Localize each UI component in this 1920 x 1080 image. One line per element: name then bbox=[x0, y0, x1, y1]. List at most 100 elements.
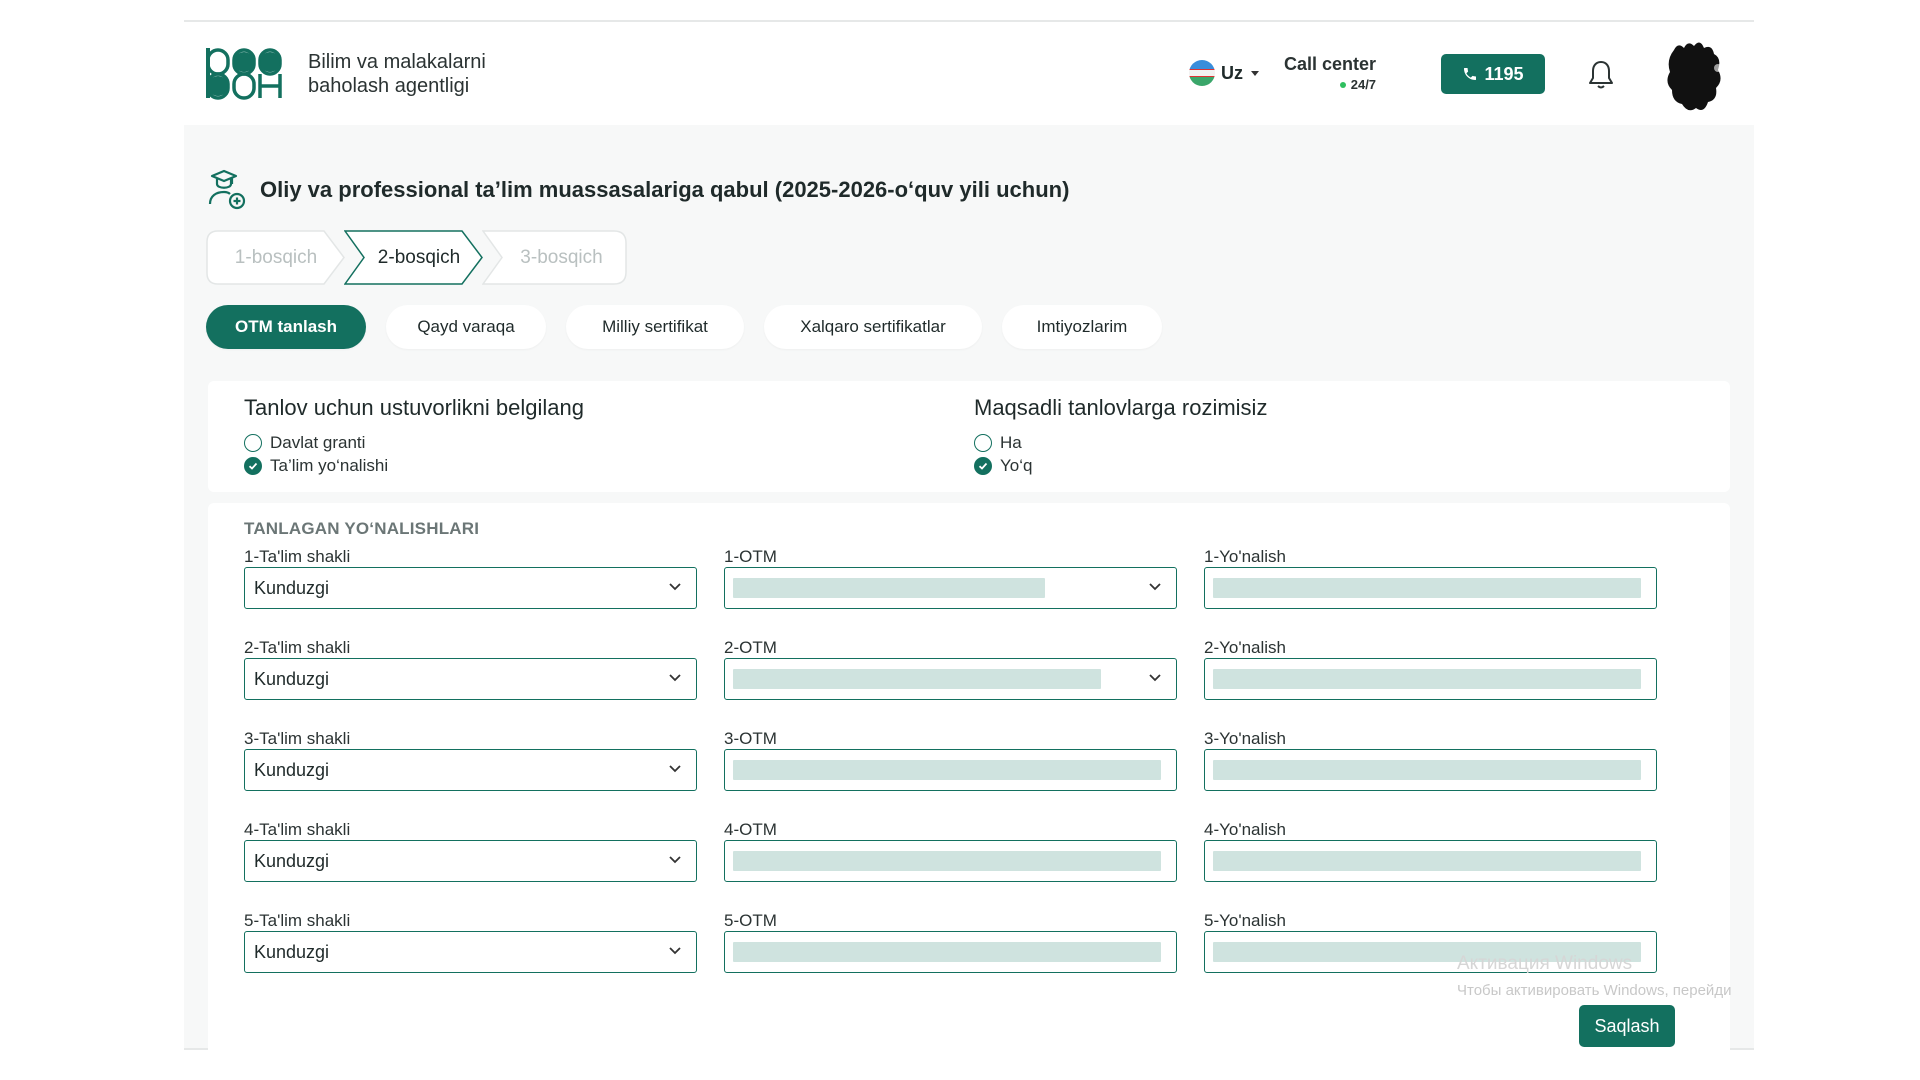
form-select-1[interactable]: Kunduzgi bbox=[244, 567, 697, 609]
form-select-2[interactable]: Kunduzgi bbox=[244, 658, 697, 700]
form-label-2: 2-Ta'lim shakli bbox=[244, 638, 351, 657]
chevron-down-icon bbox=[669, 765, 681, 773]
form-label-5: 5-Ta'lim shakli bbox=[244, 911, 351, 930]
direction-label-5: 5-Yo'nalish bbox=[1204, 911, 1287, 930]
brand-name: Bilim va malakalarni baholash agentligi bbox=[308, 50, 486, 98]
form-label-4: 4-Ta'lim shakli bbox=[244, 820, 351, 839]
page-title: Oliy va professional ta’lim muassasalari… bbox=[260, 177, 1070, 202]
form-value-2: Kunduzgi bbox=[254, 669, 330, 689]
direction-select-1[interactable] bbox=[1204, 567, 1657, 609]
redacted-value bbox=[1213, 851, 1641, 871]
direction-label-4: 4-Yo'nalish bbox=[1204, 820, 1287, 839]
redacted-value bbox=[733, 760, 1161, 780]
redacted-value bbox=[1213, 760, 1641, 780]
language-label: Uz bbox=[1221, 62, 1243, 83]
otm-label-5: 5-OTM bbox=[724, 911, 777, 930]
phone-button[interactable]: 1195 bbox=[1441, 54, 1545, 94]
form-select-5[interactable]: Kunduzgi bbox=[244, 931, 697, 973]
redacted-value bbox=[733, 942, 1161, 962]
radio-label: Ha bbox=[1000, 433, 1022, 452]
targeted-title: Maqsadli tanlovlarga rozimisiz bbox=[974, 395, 1268, 420]
chevron-down-icon bbox=[1149, 583, 1161, 591]
online-dot-icon bbox=[1339, 81, 1346, 88]
step-1[interactable]: 1-bosqich bbox=[206, 230, 346, 285]
direction-label-1: 1-Yo'nalish bbox=[1204, 547, 1287, 566]
otm-select-2[interactable] bbox=[724, 658, 1177, 700]
direction-label-2: 2-Yo'nalish bbox=[1204, 638, 1287, 657]
otm-label-3: 3-OTM bbox=[724, 729, 777, 748]
redacted-value bbox=[733, 578, 1045, 598]
form-label-1: 1-Ta'lim shakli bbox=[244, 547, 351, 566]
brand-line-2: baholash agentligi bbox=[308, 75, 470, 97]
otm-select-1[interactable] bbox=[724, 567, 1177, 609]
chevron-down-icon bbox=[669, 583, 681, 591]
otm-label-4: 4-OTM bbox=[724, 820, 777, 839]
direction-select-3[interactable] bbox=[1204, 749, 1657, 791]
step-2[interactable]: 2-bosqich bbox=[344, 230, 484, 285]
redacted-value bbox=[1213, 669, 1641, 689]
form-value-3: Kunduzgi bbox=[254, 760, 330, 780]
caret-down-icon bbox=[1251, 70, 1259, 76]
tab-qayd-varaqa[interactable]: Qayd varaqa bbox=[386, 305, 546, 349]
radio-checked-icon bbox=[974, 457, 992, 475]
priority-title: Tanlov uchun ustuvorlikni belgilang bbox=[244, 395, 584, 420]
notification-bell-icon[interactable] bbox=[1586, 58, 1616, 92]
radio-yoq[interactable]: Yo‘q bbox=[974, 456, 1032, 476]
phone-icon bbox=[1464, 68, 1477, 80]
call-center: Call center 24/7 bbox=[1284, 54, 1376, 92]
redacted-value bbox=[733, 669, 1101, 689]
radio-label: Davlat granti bbox=[270, 433, 366, 452]
redacted-value bbox=[1213, 578, 1641, 598]
radio-checked-icon bbox=[244, 457, 262, 475]
call-center-hours-row: 24/7 bbox=[1284, 77, 1376, 92]
otm-select-4[interactable] bbox=[724, 840, 1177, 882]
user-avatar[interactable] bbox=[1664, 40, 1724, 114]
tab-imtiyozlarim[interactable]: Imtiyozlarim bbox=[1002, 305, 1162, 349]
uzbekistan-flag-icon bbox=[1189, 60, 1215, 86]
step-1-label: 1-bosqich bbox=[234, 246, 318, 268]
form-value-5: Kunduzgi bbox=[254, 942, 330, 962]
header: Bilim va malakalarni baholash agentligi … bbox=[184, 22, 1754, 125]
step-3[interactable]: 3-bosqich bbox=[482, 230, 627, 285]
otm-label-2: 2-OTM bbox=[724, 638, 777, 657]
save-button[interactable]: Saqlash bbox=[1579, 1005, 1675, 1047]
selected-directions-card: TANLAGAN YO‘NALISHLARI 1-Ta'lim shakli K… bbox=[208, 503, 1730, 1063]
form-select-4[interactable]: Kunduzgi bbox=[244, 840, 697, 882]
direction-select-2[interactable] bbox=[1204, 658, 1657, 700]
app-frame: Bilim va malakalarni baholash agentligi … bbox=[184, 20, 1754, 1063]
radio-davlat-granti[interactable]: Davlat granti bbox=[244, 433, 365, 453]
radio-label: Ta’lim yo‘nalishi bbox=[270, 456, 389, 475]
otm-select-5[interactable] bbox=[724, 931, 1177, 973]
tab-milliy-sertifikat[interactable]: Milliy sertifikat bbox=[566, 305, 744, 349]
form-value-4: Kunduzgi bbox=[254, 851, 330, 871]
chevron-down-icon bbox=[1149, 674, 1161, 682]
radio-label: Yo‘q bbox=[1000, 456, 1033, 475]
call-center-title: Call center bbox=[1284, 54, 1377, 74]
preferences-card: Tanlov uchun ustuvorlikni belgilang Davl… bbox=[208, 381, 1730, 492]
chevron-down-icon bbox=[669, 674, 681, 682]
form-value-1: Kunduzgi bbox=[254, 578, 330, 598]
chevron-down-icon bbox=[669, 856, 681, 864]
otm-select-3[interactable] bbox=[724, 749, 1177, 791]
radio-unchecked-icon bbox=[974, 434, 992, 452]
section-title: TANLAGAN YO‘NALISHLARI bbox=[244, 519, 480, 538]
form-label-3: 3-Ta'lim shakli bbox=[244, 729, 351, 748]
tab-xalqaro-sertifikatlar[interactable]: Xalqaro sertifikatlar bbox=[764, 305, 982, 349]
language-selector[interactable]: Uz bbox=[1189, 60, 1259, 86]
radio-ha[interactable]: Ha bbox=[974, 433, 1022, 453]
step-2-label: 2-bosqich bbox=[377, 246, 461, 268]
call-center-hours: 24/7 bbox=[1350, 77, 1377, 92]
chevron-down-icon bbox=[669, 947, 681, 955]
direction-select-4[interactable] bbox=[1204, 840, 1657, 882]
otm-label-1: 1-OTM bbox=[724, 547, 777, 566]
radio-talim-yonalishi[interactable]: Ta’lim yo‘nalishi bbox=[244, 456, 388, 476]
tab-otm-tanlash[interactable]: OTM tanlash bbox=[206, 305, 366, 349]
radio-unchecked-icon bbox=[244, 434, 262, 452]
windows-activation-text: Чтобы активировать Windows, перейди bbox=[1457, 982, 1732, 999]
step-3-label: 3-bosqich bbox=[520, 246, 603, 268]
phone-number: 1195 bbox=[1484, 63, 1524, 84]
redacted-value bbox=[733, 851, 1161, 871]
student-add-icon bbox=[208, 169, 246, 210]
form-select-3[interactable]: Kunduzgi bbox=[244, 749, 697, 791]
page-heading: Oliy va professional ta’lim muassasalari… bbox=[206, 168, 1069, 212]
